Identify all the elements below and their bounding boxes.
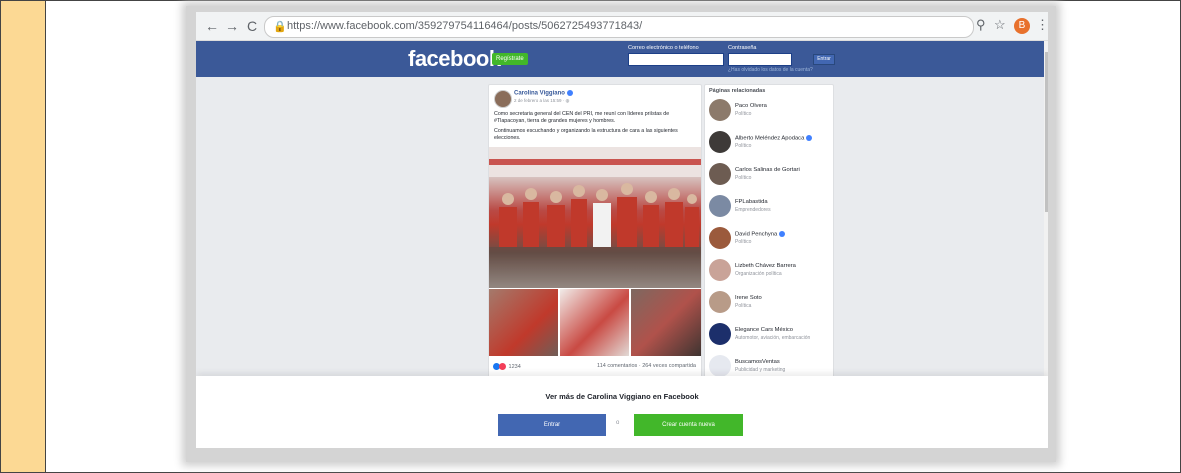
forgot-account-link[interactable]: ¿Has olvidado los datos de la cuenta? bbox=[728, 67, 813, 73]
password-label: Contraseña bbox=[728, 45, 757, 51]
page-name[interactable]: Paco Olvera bbox=[735, 103, 767, 109]
browser-window: ← → C 🔒 https://www.facebook.com/3592797… bbox=[196, 12, 1048, 448]
love-reaction-icon bbox=[499, 363, 506, 370]
post-photo-main[interactable] bbox=[489, 147, 701, 288]
post-photo-small-1[interactable] bbox=[489, 289, 558, 356]
post-photo-small-2[interactable] bbox=[560, 289, 629, 356]
page-avatar[interactable] bbox=[709, 131, 731, 153]
login-prompt-overlay: Ver más de Carolina Viggiano en Facebook… bbox=[196, 376, 1048, 448]
post-date[interactable]: 2 de febrero a las 15:59 · ◍ bbox=[514, 98, 569, 104]
related-page-item[interactable]: Irene Soto Política bbox=[709, 291, 831, 315]
create-account-button[interactable]: Crear cuenta nueva bbox=[634, 414, 743, 436]
crowd-photo-illustration bbox=[489, 147, 701, 288]
address-bar[interactable]: 🔒 https://www.facebook.com/3592797541164… bbox=[264, 16, 974, 38]
page-avatar[interactable] bbox=[709, 195, 731, 217]
page-category: Publicidad y marketing bbox=[735, 367, 786, 373]
page-category: Político bbox=[735, 111, 752, 117]
zoom-icon[interactable]: ⚲ bbox=[976, 17, 986, 33]
page-avatar[interactable] bbox=[709, 291, 731, 313]
page-category: Política bbox=[735, 303, 752, 309]
post-photo-small-3[interactable] bbox=[631, 289, 701, 356]
page-name[interactable]: Irene Soto bbox=[735, 295, 762, 301]
page-name[interactable]: FPLabastida bbox=[735, 199, 768, 205]
page-category: Político bbox=[735, 143, 752, 149]
page-name[interactable]: David Penchyna bbox=[735, 231, 786, 238]
register-button[interactable]: Regístrate bbox=[492, 53, 528, 65]
page-avatar[interactable] bbox=[709, 227, 731, 249]
related-page-item[interactable]: Paco Olvera Político bbox=[709, 99, 831, 123]
related-page-item[interactable]: Lizbeth Chávez Barrera Organización polí… bbox=[709, 259, 831, 283]
facebook-header: facebook Regístrate Correo electrónico o… bbox=[196, 41, 1048, 77]
page-name[interactable]: Lizbeth Chávez Barrera bbox=[735, 263, 796, 269]
related-page-item[interactable]: David Penchyna Político bbox=[709, 227, 831, 251]
page-avatar[interactable] bbox=[709, 163, 731, 185]
page-name-text[interactable]: David Penchyna bbox=[735, 232, 777, 238]
post-card: Carolina Viggiano 2 de febrero a las 15:… bbox=[488, 84, 702, 386]
related-page-item[interactable]: Alberto Meléndez Apodaca Político bbox=[709, 131, 831, 155]
page-avatar[interactable] bbox=[709, 323, 731, 345]
browser-toolbar: ← → C 🔒 https://www.facebook.com/3592797… bbox=[196, 12, 1048, 41]
related-page-item[interactable]: FPLabastida Emprendedores bbox=[709, 195, 831, 219]
profile-avatar[interactable]: B bbox=[1014, 18, 1030, 34]
related-page-item[interactable]: Carlos Salinas de Gortari Político bbox=[709, 163, 831, 187]
page-avatar[interactable] bbox=[709, 99, 731, 121]
lock-icon: 🔒 bbox=[273, 21, 287, 33]
post-date-text[interactable]: 2 de febrero a las 15:59 · bbox=[514, 98, 566, 103]
back-arrow-icon[interactable]: ← bbox=[204, 18, 220, 34]
email-label: Correo electrónico o teléfono bbox=[628, 45, 699, 51]
page-avatar[interactable] bbox=[709, 259, 731, 281]
page-category: Político bbox=[735, 239, 752, 245]
post-author[interactable]: Carolina Viggiano bbox=[514, 90, 573, 97]
password-field[interactable] bbox=[728, 53, 792, 66]
forward-arrow-icon[interactable]: → bbox=[224, 18, 240, 34]
comments-shares-count[interactable]: 114 comentarios · 264 veces compartida bbox=[597, 363, 696, 369]
page-avatar[interactable] bbox=[709, 355, 731, 377]
related-page-item[interactable]: Elegance Cars México Automotor, aviación… bbox=[709, 323, 831, 347]
page-name[interactable]: BuscamosVentas bbox=[735, 359, 780, 365]
author-name[interactable]: Carolina Viggiano bbox=[514, 91, 565, 97]
verified-badge-icon bbox=[566, 90, 573, 96]
login-prompt-title: Ver más de Carolina Viggiano en Facebook bbox=[545, 392, 699, 401]
login-button[interactable]: Entrar bbox=[813, 54, 835, 65]
related-pages-title: Páginas relacionadas bbox=[709, 88, 766, 94]
post-text: Como secretaria general del CEN del PRI,… bbox=[494, 111, 696, 145]
page-name[interactable]: Elegance Cars México bbox=[735, 327, 793, 333]
url-text: https://www.facebook.com/359279754116464… bbox=[287, 20, 643, 32]
globe-icon: ◍ bbox=[565, 98, 570, 103]
page-category: Emprendedores bbox=[735, 207, 771, 213]
reaction-count[interactable]: 1234 bbox=[509, 364, 521, 370]
page-name-text[interactable]: Alberto Meléndez Apodaca bbox=[735, 136, 804, 142]
email-field[interactable] bbox=[628, 53, 724, 66]
facebook-logo[interactable]: facebook bbox=[408, 46, 501, 72]
post-text-paragraph: Como secretaria general del CEN del PRI,… bbox=[494, 111, 670, 124]
side-strip bbox=[1, 1, 46, 472]
page-category: Organización política bbox=[735, 271, 782, 277]
page-category: Automotor, aviación, embarcación bbox=[735, 335, 811, 341]
overlay-login-button[interactable]: Entrar bbox=[498, 414, 606, 436]
page-name[interactable]: Carlos Salinas de Gortari bbox=[735, 167, 800, 173]
author-avatar[interactable] bbox=[494, 90, 512, 108]
related-pages-panel: Páginas relacionadas Paco Olvera Polític… bbox=[704, 84, 834, 386]
verified-badge-icon bbox=[806, 135, 813, 141]
reaction-icons bbox=[493, 363, 507, 370]
bookmark-star-icon[interactable]: ☆ bbox=[994, 17, 1006, 33]
reactions-summary[interactable]: 1234 bbox=[493, 363, 521, 370]
scrollbar-thumb[interactable] bbox=[1045, 52, 1048, 212]
verified-badge-icon bbox=[779, 231, 786, 237]
page-category: Político bbox=[735, 175, 752, 181]
reload-icon[interactable]: C bbox=[244, 18, 260, 34]
menu-kebab-icon[interactable]: ⋮ bbox=[1036, 17, 1048, 33]
post-text-paragraph: Continuamos escuchando y organizando la … bbox=[494, 128, 678, 141]
page-name[interactable]: Alberto Meléndez Apodaca bbox=[735, 135, 813, 142]
overlay-or-text: o bbox=[616, 420, 620, 426]
